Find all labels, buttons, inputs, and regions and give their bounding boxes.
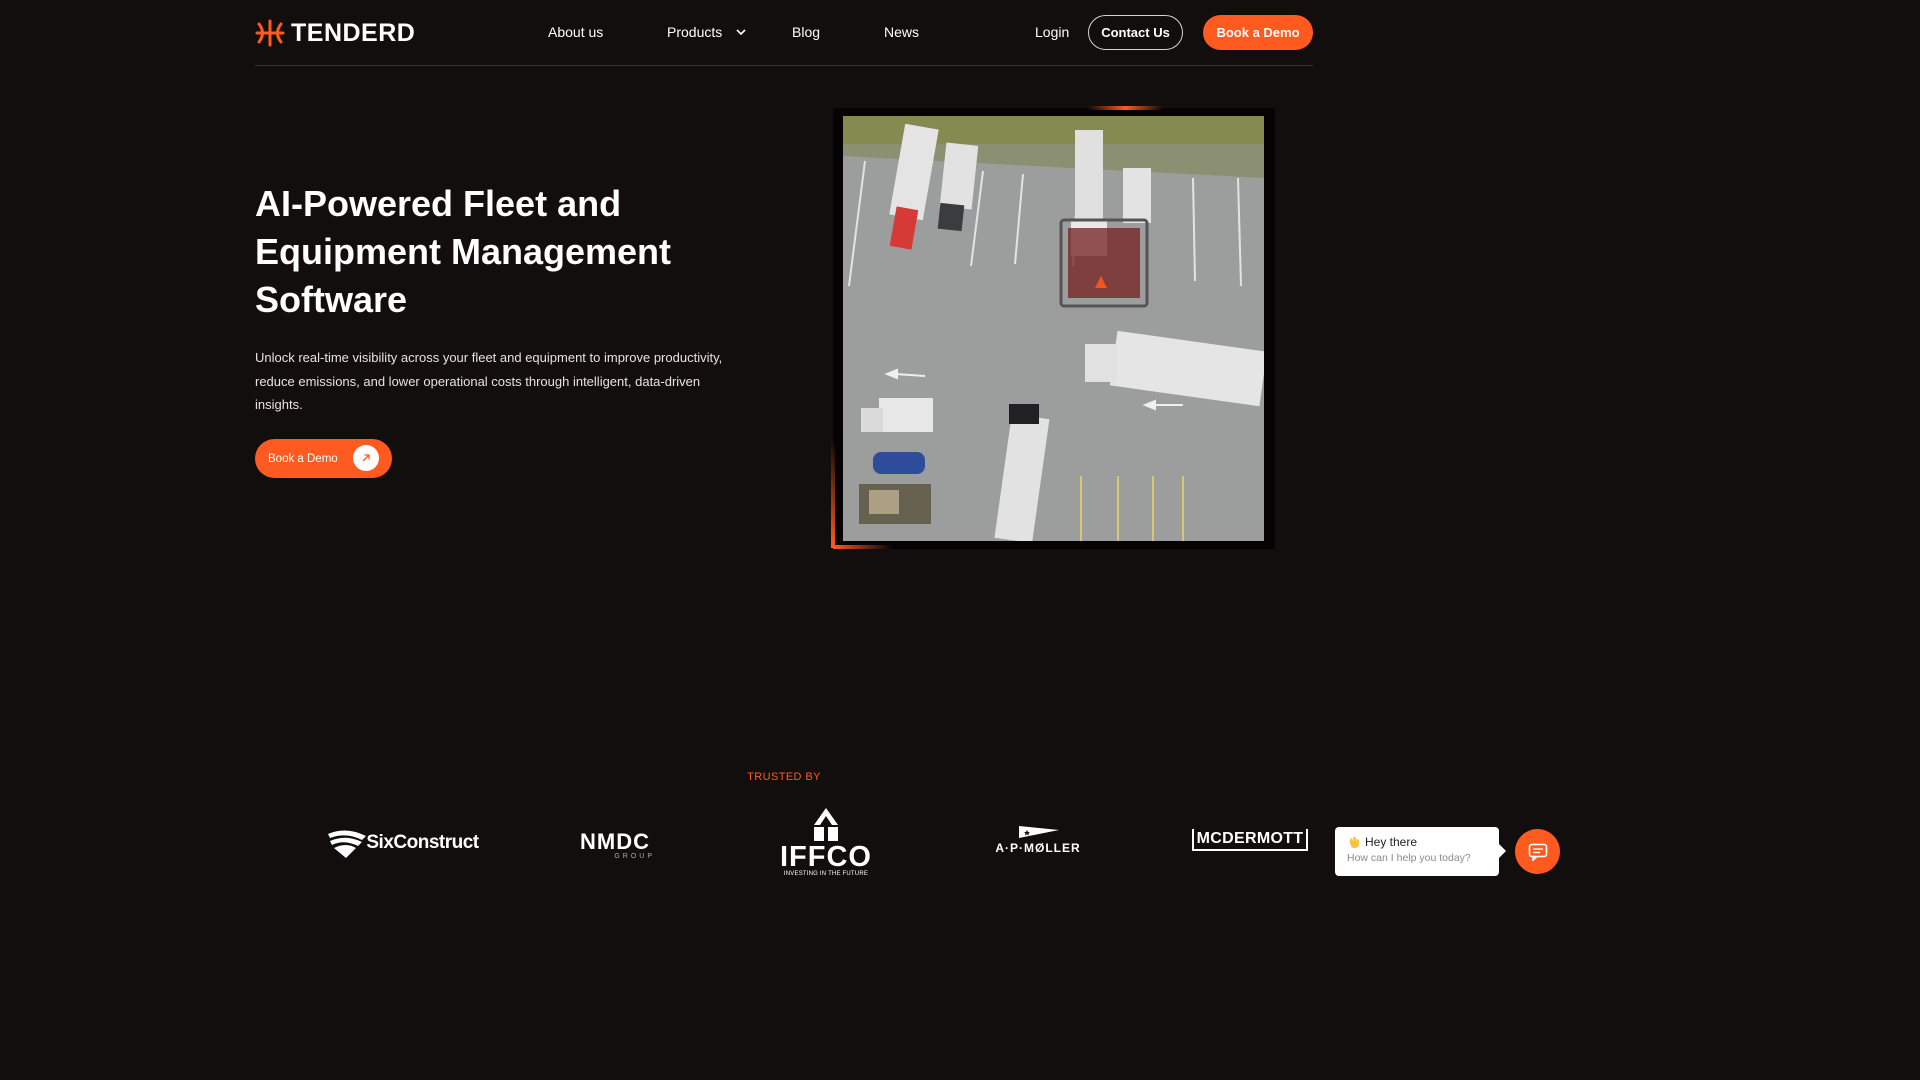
client-logo-apmoller: A·P·MØLLER <box>990 823 1086 857</box>
client-name: A·P·MØLLER <box>995 841 1081 855</box>
nav-link-blog[interactable]: Blog <box>792 24 820 40</box>
client-tagline: INVESTING IN THE FUTURE <box>783 871 869 877</box>
frame-glow <box>833 545 893 549</box>
top-navigation: TENDERD About us Products Blog News Logi… <box>255 0 1313 66</box>
tenderd-logo-icon <box>255 19 285 47</box>
trusted-by-label: TRUSTED BY <box>747 771 821 783</box>
client-name: IFFCO <box>780 841 872 873</box>
arrow-up-right-icon <box>353 445 379 471</box>
client-name: MCDERMOTT <box>1196 830 1304 847</box>
book-demo-hero-button[interactable]: Book a Demo <box>255 439 392 478</box>
nav-link-products[interactable]: Products <box>667 24 722 40</box>
chevron-down-icon[interactable] <box>735 27 747 37</box>
client-tagline: GROUP <box>614 852 655 860</box>
sixconstruct-logo-icon <box>328 830 367 858</box>
chat-title: Hey there <box>1365 835 1418 849</box>
nav-link-about[interactable]: About us <box>548 24 603 40</box>
chat-icon <box>1528 843 1547 861</box>
client-name: SixConstruct <box>366 832 479 853</box>
hero-title: AI-Powered Fleet and Equipment Managemen… <box>255 183 672 320</box>
page: TENDERD About us Products Blog News Logi… <box>0 0 1568 882</box>
hero-video-frame <box>831 106 1275 549</box>
client-name: NMDC <box>580 828 650 854</box>
maersk-star-flag-icon <box>1019 826 1059 838</box>
client-logo-iffco: IFFCO INVESTING IN THE FUTURE <box>770 804 882 880</box>
chat-open-button[interactable] <box>1515 829 1560 874</box>
book-demo-nav-button[interactable]: Book a Demo <box>1203 15 1313 50</box>
frame-glow <box>831 438 835 548</box>
chat-subtitle: How can I help you today? <box>1347 852 1471 864</box>
book-demo-hero-label: Book a Demo <box>268 452 338 465</box>
nav-link-news[interactable]: News <box>884 24 919 40</box>
iffco-logo-icon <box>814 808 838 841</box>
client-logo-mcdermott: MCDERMOTT <box>1192 829 1308 851</box>
hero-subtitle: Unlock real-time visibility across your … <box>255 350 723 412</box>
hero-fleet-video[interactable] <box>843 116 1264 541</box>
chat-greeting: Hey there <box>1347 835 1487 849</box>
brand-name: TENDERD <box>291 18 416 47</box>
contact-us-button[interactable]: Contact Us <box>1088 15 1183 50</box>
brand-logo[interactable]: TENDERD <box>255 18 415 48</box>
login-link[interactable]: Login <box>1035 24 1069 40</box>
client-logo-nmdc: NMDC GROUP <box>575 830 655 860</box>
aerial-parking-lot-image <box>843 116 1264 541</box>
client-logo-sixconstruct: SixConstruct <box>325 826 480 860</box>
chat-greeting-bubble[interactable]: Hey there How can I help you today? <box>1335 827 1506 876</box>
waving-hand-icon <box>1349 836 1359 848</box>
frame-glow <box>1088 106 1163 110</box>
